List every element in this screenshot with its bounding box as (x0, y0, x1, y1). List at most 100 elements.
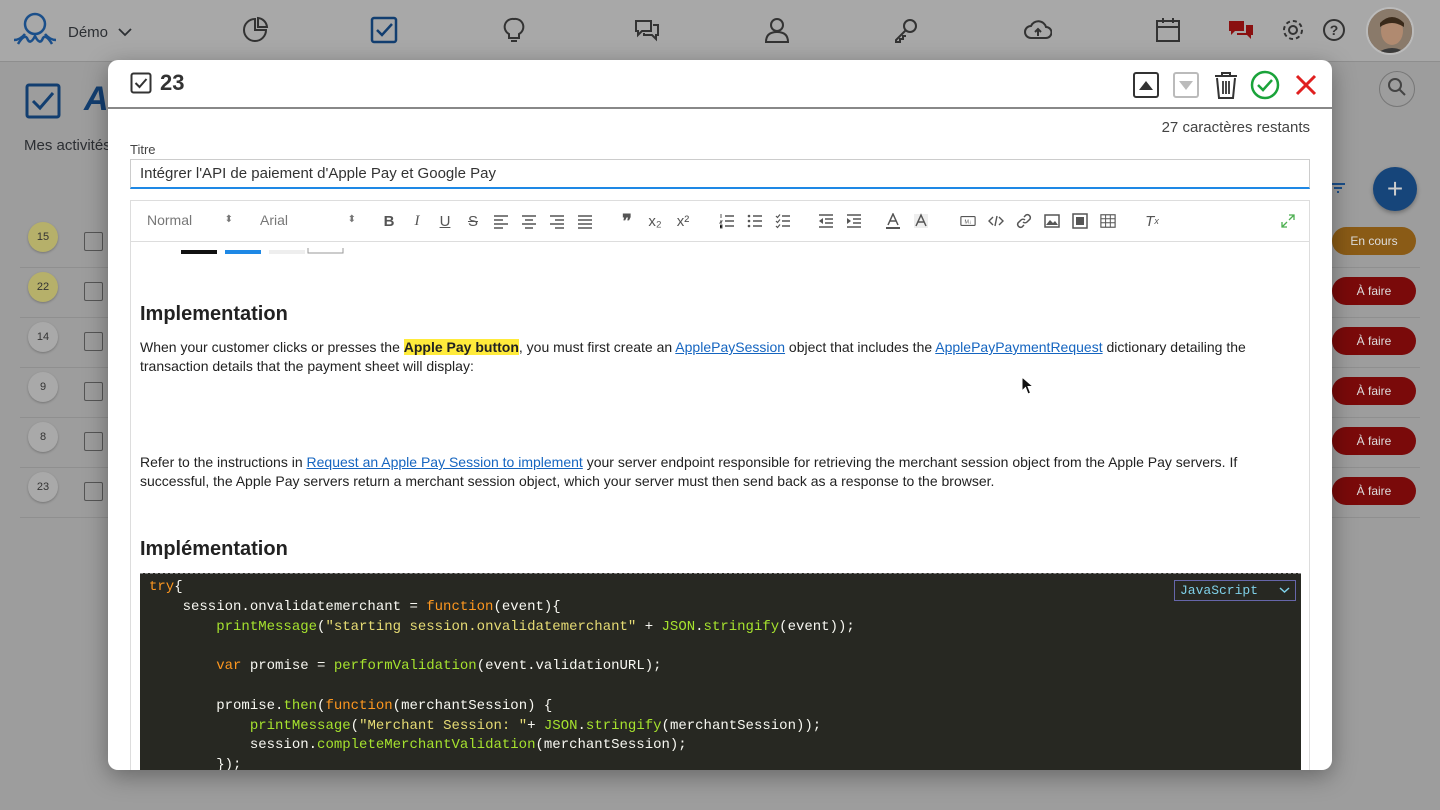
row-checkbox[interactable] (84, 382, 103, 401)
font-select[interactable]: Arial ⬍ (260, 212, 356, 228)
code-token: stringify (585, 717, 662, 734)
fullscreen-icon[interactable] (1279, 212, 1297, 230)
code-block[interactable]: try{ session.onvalidatemerchant = functi… (140, 573, 1301, 770)
text-color-icon[interactable] (884, 212, 902, 230)
move-up-button[interactable] (1131, 70, 1161, 100)
italic-icon[interactable]: I (408, 212, 426, 230)
add-button[interactable]: + (1373, 167, 1417, 211)
messages-icon[interactable] (1227, 16, 1255, 44)
image-icon[interactable] (1043, 212, 1061, 230)
code-token: . (695, 618, 704, 635)
task-edit-modal: 23 27 caractères restants Titre Normal ⬍ … (108, 60, 1332, 770)
gear-icon[interactable] (1279, 16, 1307, 44)
align-left-icon[interactable] (492, 212, 510, 230)
pie-chart-icon[interactable] (241, 16, 269, 44)
svg-text:?: ? (1330, 22, 1339, 38)
brand[interactable]: Démo (12, 10, 132, 55)
title-input[interactable] (130, 159, 1310, 189)
row-checkbox[interactable] (84, 482, 103, 501)
row-checkbox[interactable] (84, 332, 103, 351)
table-icon[interactable] (1099, 212, 1117, 230)
outdent-icon[interactable] (817, 212, 835, 230)
status-badge[interactable]: En cours (1332, 227, 1416, 255)
align-center-icon[interactable] (520, 212, 538, 230)
editor-toolbar: Normal ⬍ Arial ⬍ B I U S ❞ x₂ x² M↓ T x (131, 201, 1309, 242)
row-checkbox[interactable] (84, 232, 103, 251)
chat-icon[interactable] (633, 16, 661, 44)
status-badge[interactable]: À faire (1332, 327, 1416, 355)
code-token: try (149, 579, 175, 595)
checkbox-icon[interactable] (370, 16, 398, 44)
filter-icon[interactable] (1330, 180, 1346, 201)
check-circle-icon (1250, 70, 1280, 100)
calendar-icon[interactable] (1154, 16, 1182, 44)
link-icon[interactable] (1015, 212, 1033, 230)
code-icon[interactable] (987, 212, 1005, 230)
lightbulb-icon[interactable] (500, 16, 528, 44)
image-swatches (181, 248, 344, 254)
close-button[interactable] (1291, 70, 1321, 100)
underline-icon[interactable]: U (436, 212, 454, 230)
user-icon[interactable] (763, 16, 791, 44)
code-token: function (426, 598, 494, 615)
close-icon (1295, 74, 1317, 96)
top-navigation-bar: Démo ? (0, 0, 1440, 62)
rich-text-editor[interactable]: Normal ⬍ Arial ⬍ B I U S ❞ x₂ x² M↓ T x … (130, 200, 1310, 770)
status-badge[interactable]: À faire (1332, 377, 1416, 405)
editor-content[interactable]: Implementation When your customer clicks… (131, 243, 1309, 770)
chevron-down-icon (1279, 581, 1290, 601)
priority-badge: 8 (28, 422, 58, 452)
title-label: Titre (130, 142, 156, 157)
align-right-icon[interactable] (548, 212, 566, 230)
code-token: printMessage (216, 618, 318, 635)
code-token: stringify (703, 618, 780, 635)
text: object that includes the (785, 339, 936, 355)
search-icon (1387, 77, 1407, 102)
link-applepaypaymentrequest[interactable]: ApplePayPaymentRequest (935, 339, 1102, 355)
help-icon[interactable]: ? (1320, 16, 1348, 44)
indent-icon[interactable] (845, 212, 863, 230)
language-select[interactable]: JavaScript (1174, 580, 1296, 601)
video-icon[interactable] (1071, 212, 1089, 230)
background-color-icon[interactable] (912, 212, 930, 230)
move-down-button[interactable] (1171, 70, 1201, 100)
format-select[interactable]: Normal ⬍ (147, 212, 233, 228)
status-badge[interactable]: À faire (1332, 427, 1416, 455)
code-token: completeMerchantValidation (317, 737, 536, 754)
chevron-down-icon (118, 24, 132, 42)
code-token: promise = (241, 658, 334, 675)
quote-icon[interactable]: ❞ (618, 211, 636, 231)
task-number: 23 (160, 70, 185, 95)
page-subtitle: Mes activités (24, 137, 111, 154)
code-token: }); (216, 757, 242, 770)
superscript-icon[interactable]: x² (674, 212, 692, 230)
save-button[interactable] (1250, 70, 1280, 100)
subscript-icon[interactable]: x₂ (646, 212, 664, 230)
checklist-icon[interactable] (774, 212, 792, 230)
text: , you must first create an (518, 339, 676, 355)
link-request-session[interactable]: Request an Apple Pay Session to implemen… (307, 454, 583, 470)
link-applepaysession[interactable]: ApplePaySession (675, 339, 785, 355)
align-justify-icon[interactable] (576, 212, 594, 230)
row-checkbox[interactable] (84, 432, 103, 451)
code-token: JSON (661, 618, 696, 635)
search-button[interactable] (1379, 71, 1415, 107)
cloud-upload-icon[interactable] (1024, 16, 1053, 44)
status-badge[interactable]: À faire (1332, 477, 1416, 505)
code-token: promise. (216, 697, 284, 714)
code-token: (event.validationURL); (476, 658, 662, 675)
user-avatar[interactable] (1366, 7, 1414, 55)
strikethrough-icon[interactable]: S (464, 212, 482, 230)
page-checkbox-icon (24, 82, 62, 120)
code-token: (event)); (779, 618, 855, 635)
markdown-icon[interactable]: M↓ (959, 212, 977, 230)
bold-icon[interactable]: B (380, 212, 398, 230)
bullet-list-icon[interactable] (746, 212, 764, 230)
delete-button[interactable] (1211, 70, 1241, 100)
clear-format-icon[interactable]: Tx (1143, 212, 1161, 230)
row-checkbox[interactable] (84, 282, 103, 301)
modal-header: 23 (108, 60, 1332, 109)
key-icon[interactable] (892, 16, 920, 44)
ordered-list-icon[interactable] (718, 212, 736, 230)
status-badge[interactable]: À faire (1332, 277, 1416, 305)
